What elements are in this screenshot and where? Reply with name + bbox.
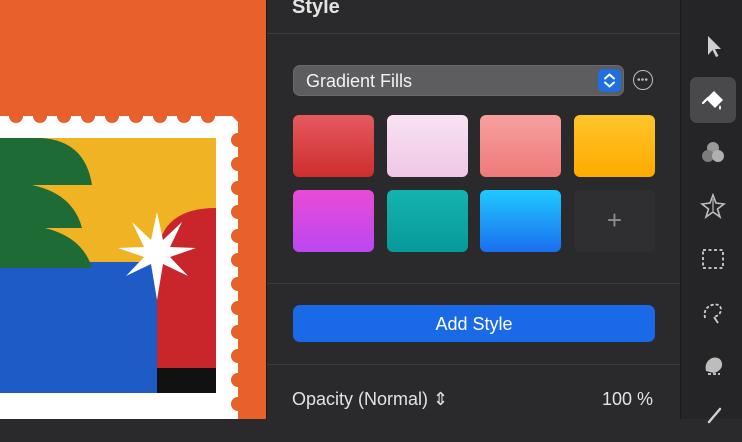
divider <box>267 33 681 34</box>
lasso-icon <box>703 303 722 324</box>
gradient-swatch-light-pink[interactable] <box>387 115 468 177</box>
gradient-swatch-red[interactable] <box>293 115 374 177</box>
add-style-button[interactable]: Add Style <box>293 305 655 342</box>
gradient-swatch-magenta[interactable] <box>293 190 374 252</box>
tool-strip <box>680 0 742 424</box>
panel-title: Style <box>292 0 340 18</box>
select-tool-button[interactable] <box>690 23 736 69</box>
divider <box>267 364 681 365</box>
dropdown-selected-value: Gradient Fills <box>306 71 413 91</box>
brush-icon <box>707 407 722 424</box>
dashed-selection-icon <box>702 249 724 269</box>
artwork-canvas[interactable] <box>0 0 266 419</box>
gradient-swatch-yellow[interactable] <box>574 115 655 177</box>
add-swatch-button[interactable]: + <box>574 190 655 252</box>
style-panel: Style Gradient Fills + Add Style Opacity… <box>266 0 681 419</box>
blob-brush-icon <box>705 357 723 375</box>
opacity-value[interactable]: 100 % <box>602 389 653 410</box>
gradient-swatch-salmon[interactable] <box>480 115 561 177</box>
brush-tool-button[interactable] <box>690 396 736 442</box>
paint-bucket-icon <box>701 91 723 110</box>
color-mixer-tool-button[interactable] <box>690 130 736 176</box>
plus-icon: + <box>606 205 623 235</box>
pointer-icon <box>708 36 721 57</box>
lasso-tool-button[interactable] <box>690 290 736 336</box>
style-category-dropdown[interactable]: Gradient Fills <box>293 65 624 96</box>
effects-tool-button[interactable] <box>690 183 736 229</box>
divider <box>267 283 681 284</box>
color-circles-icon <box>702 142 724 162</box>
stamp-artwork <box>0 109 245 419</box>
fill-selection-tool-button[interactable] <box>690 343 736 389</box>
style-tool-button[interactable] <box>690 77 736 123</box>
chevron-up-down-icon <box>598 69 621 92</box>
marquee-tool-button[interactable] <box>690 236 736 282</box>
opacity-mode-selector[interactable]: Opacity (Normal) ⇕ <box>292 389 448 410</box>
gradient-swatch-blue[interactable] <box>480 190 561 252</box>
gradient-swatch-teal[interactable] <box>387 190 468 252</box>
more-options-icon[interactable] <box>633 70 653 90</box>
sparkle-star-icon <box>700 193 726 219</box>
